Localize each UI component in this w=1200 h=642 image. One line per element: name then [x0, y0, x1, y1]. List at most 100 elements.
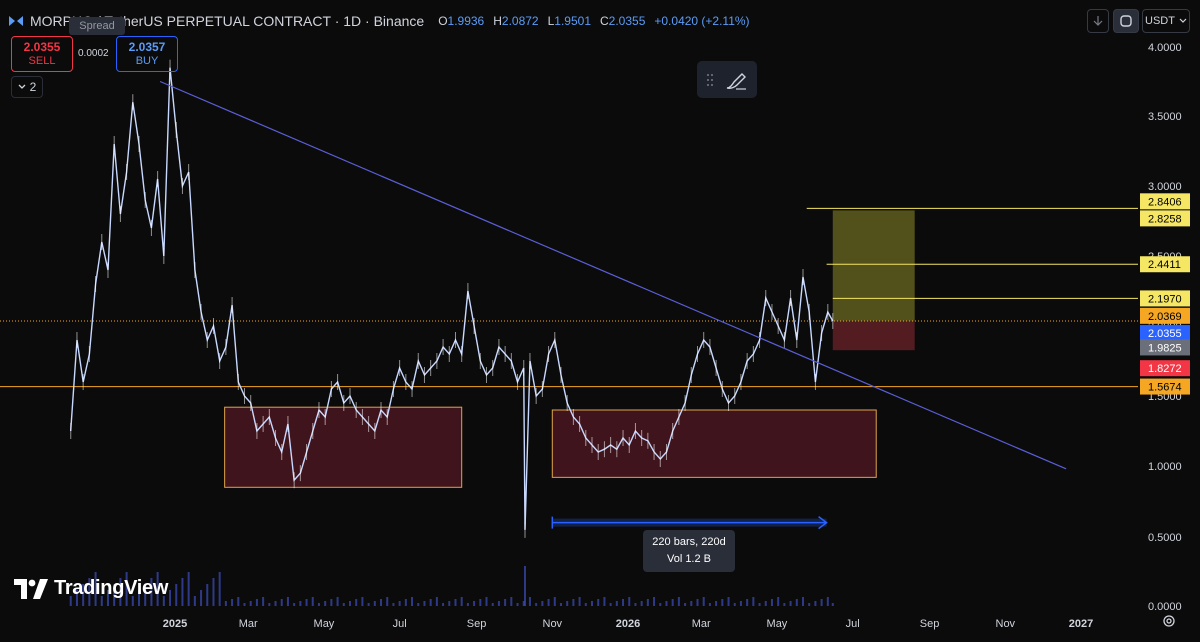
- buy-label: BUY: [135, 55, 159, 67]
- volume-bar: [373, 601, 376, 606]
- volume-bar: [454, 599, 457, 606]
- volume-bar: [299, 601, 302, 606]
- volume-bar: [336, 597, 339, 606]
- volume-bar: [758, 603, 761, 606]
- volume-bar: [324, 601, 327, 606]
- volume-bar: [206, 584, 209, 606]
- ohlc-readout: O1.9936 H2.0872 L1.9501 C2.0355 +0.0420 …: [438, 14, 749, 28]
- volume-bar: [497, 601, 500, 606]
- volume-bar: [423, 601, 426, 606]
- demand-zone: [551, 409, 877, 478]
- x-tick-label: Mar: [692, 618, 711, 630]
- volume-bar: [541, 601, 544, 606]
- spread-label: Spread: [69, 17, 125, 35]
- high-label: H: [493, 14, 502, 28]
- volume-bar: [218, 572, 221, 606]
- volume-bar: [820, 599, 823, 606]
- close-value: 2.0355: [608, 14, 646, 28]
- volume-bar: [746, 599, 749, 606]
- volume-bar: [473, 601, 476, 606]
- auto-scale-button[interactable]: [1113, 9, 1139, 33]
- volume-bar: [739, 601, 742, 606]
- download-button[interactable]: [1087, 9, 1109, 33]
- volume-bar: [237, 597, 240, 606]
- y-tick-label: 0.5000: [1148, 532, 1182, 544]
- volume-bar: [572, 599, 575, 606]
- volume-bar: [243, 603, 246, 606]
- buy-price: 2.0357: [128, 40, 166, 54]
- floating-drawing-toolbar[interactable]: [697, 61, 757, 98]
- volume-bar: [293, 603, 296, 606]
- volume-bar: [231, 599, 234, 606]
- brush-icon[interactable]: [724, 69, 748, 91]
- volume-bar: [615, 601, 618, 606]
- volume-bar: [268, 603, 271, 606]
- x-tick-label: Nov: [996, 618, 1016, 630]
- volume-bar: [684, 603, 687, 606]
- volume-bar: [286, 597, 289, 606]
- volume-bar: [504, 599, 507, 606]
- volume-bar: [535, 603, 538, 606]
- volume-bar: [224, 601, 227, 606]
- volume-bar: [721, 599, 724, 606]
- volume-bar: [255, 599, 258, 606]
- volume-bar: [640, 601, 643, 606]
- volume-bar: [212, 578, 215, 606]
- indicators-toggle[interactable]: 2: [11, 76, 43, 98]
- volume-bar: [485, 597, 488, 606]
- volume-bar: [634, 603, 637, 606]
- tradingview-brand: TradingView: [54, 577, 169, 599]
- volume-bar: [429, 599, 432, 606]
- volume-bar: [789, 601, 792, 606]
- gear-icon[interactable]: [1162, 614, 1176, 628]
- volume-bar: [783, 603, 786, 606]
- volume-bar: [559, 603, 562, 606]
- volume-bar: [578, 597, 581, 606]
- volume-bar: [274, 601, 277, 606]
- volume-bar: [193, 596, 196, 606]
- price-chart[interactable]: 4.00003.50003.00002.50002.00001.50001.00…: [0, 0, 1200, 637]
- volume-bar: [361, 597, 364, 606]
- volume-bar: [367, 603, 370, 606]
- change-value: +0.0420 (+2.11%): [654, 14, 750, 28]
- volume-bar: [597, 599, 600, 606]
- buy-button[interactable]: 2.0357 BUY: [116, 36, 178, 72]
- indicators-count: 2: [29, 80, 37, 94]
- chart-area[interactable]: 4.00003.50003.00002.50002.00001.50001.00…: [0, 0, 1200, 637]
- volume-bar: [808, 603, 811, 606]
- y-tick-label: 3.5000: [1148, 111, 1182, 123]
- chevron-down-icon: [18, 84, 26, 89]
- chevron-down-icon: [1179, 18, 1187, 23]
- volume-bar: [181, 578, 184, 606]
- grip-icon[interactable]: [706, 73, 714, 87]
- tradingview-logo[interactable]: TradingView: [14, 577, 168, 600]
- x-tick-label: Nov: [543, 618, 563, 630]
- volume-bar: [547, 599, 550, 606]
- price-axis-label: 2.0355: [1148, 328, 1182, 340]
- volume-bar: [305, 599, 308, 606]
- measure-volume: Vol 1.2 B: [666, 553, 712, 565]
- x-tick-label: May: [314, 618, 335, 630]
- x-tick-label: 2026: [616, 618, 640, 630]
- volume-bar: [659, 603, 662, 606]
- long-position-stop-zone: [832, 320, 915, 351]
- x-tick-label: Mar: [239, 618, 258, 630]
- volume-bar: [795, 599, 798, 606]
- currency-selector[interactable]: USDT: [1142, 9, 1190, 33]
- volume-bar: [348, 601, 351, 606]
- volume-bar: [702, 597, 705, 606]
- volume-bar: [553, 597, 556, 606]
- volume-bar: [175, 584, 178, 606]
- volume-bar: [317, 603, 320, 606]
- y-tick-label: 3.0000: [1148, 181, 1182, 193]
- volume-bar: [801, 597, 804, 606]
- volume-bar: [411, 597, 414, 606]
- volume-bar: [752, 597, 755, 606]
- volume-bar: [764, 601, 767, 606]
- volume-bar: [187, 572, 190, 606]
- volume-bar: [460, 597, 463, 606]
- volume-bar: [584, 603, 587, 606]
- sell-button[interactable]: 2.0355 SELL: [11, 36, 73, 72]
- volume-bar: [715, 601, 718, 606]
- auto-scale-icon: [1120, 15, 1132, 27]
